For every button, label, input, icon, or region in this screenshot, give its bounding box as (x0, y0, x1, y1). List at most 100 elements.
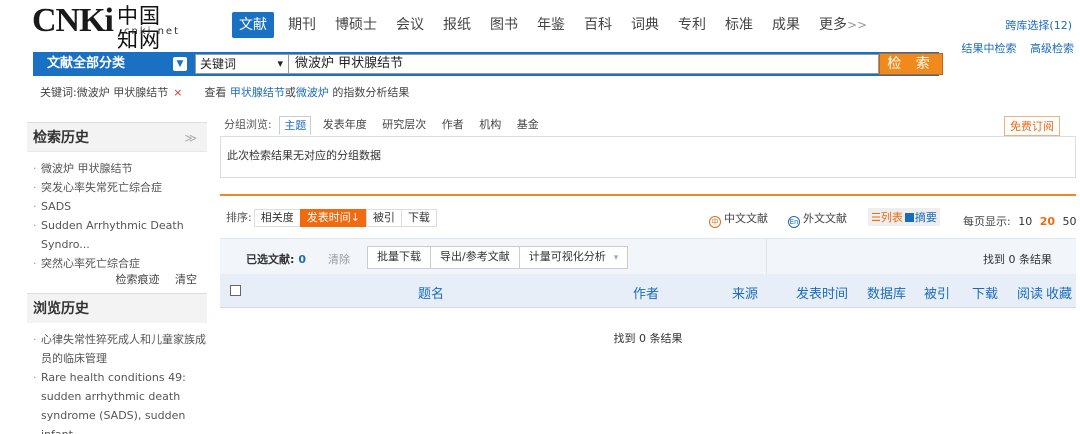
result-count: 找到 0 条结果 (983, 253, 1052, 266)
free-subscribe-button[interactable]: 免费订阅 (1004, 116, 1060, 136)
browse-history-header: 浏览历史 (27, 293, 207, 323)
search-history-title: 检索历史 (33, 130, 89, 146)
abstract-view-label: 摘要 (914, 211, 937, 224)
per-page-10[interactable]: 10 (1018, 215, 1032, 228)
index-suffix: 的指数分析结果 (328, 86, 410, 99)
sort-relevance[interactable]: 相关度 (253, 209, 301, 227)
clear-selection-button[interactable]: 清除 (328, 251, 350, 267)
list-icon: ☰ (871, 211, 881, 224)
col-downloads[interactable]: 下载 (972, 283, 998, 302)
chevron-right-icon: >> (847, 18, 868, 32)
tab-fund[interactable]: 基金 (517, 118, 539, 131)
index-link-term1[interactable]: 甲状腺结节 (230, 86, 285, 99)
col-database[interactable]: 数据库 (867, 283, 906, 302)
history-item[interactable]: SADS (33, 197, 207, 216)
per-page-50[interactable]: 50 (1063, 215, 1077, 228)
per-page-label: 每页显示: (963, 215, 1011, 228)
nav-item-yearbooks[interactable]: 年鉴 (537, 12, 565, 38)
batch-download-button[interactable]: 批量下载 (367, 246, 431, 269)
tab-research-level[interactable]: 研究层次 (382, 118, 426, 131)
collapse-icon[interactable]: ≫ (184, 123, 197, 153)
history-item[interactable]: 突然心率死亡综合症 (33, 254, 207, 273)
clear-history-link[interactable]: 清空 (175, 273, 197, 286)
nav-item-encyclopedia[interactable]: 百科 (584, 12, 612, 38)
select-all-checkbox[interactable] (230, 285, 241, 296)
nav-item-literature[interactable]: 文献 (232, 12, 274, 38)
search-button[interactable]: 检 索 (879, 53, 943, 75)
tab-topic[interactable]: 主题 (279, 116, 312, 135)
nav-item-journals[interactable]: 期刊 (288, 12, 316, 38)
abstract-icon (904, 213, 914, 222)
history-trace-link[interactable]: 检索痕迹 (116, 273, 160, 286)
browse-item[interactable]: 员的临床管理 (33, 349, 207, 368)
main-nav: 文献 期刊 博硕士 会议 报纸 图书 年鉴 百科 词典 专利 标准 成果 更多>… (232, 12, 886, 38)
history-item[interactable]: 突发心率失常死亡综合症 (33, 178, 207, 197)
col-source[interactable]: 来源 (732, 283, 758, 302)
divider (766, 239, 767, 275)
browse-item[interactable]: syndrome (SADS), sudden infant (33, 406, 207, 434)
foreign-literature-filter[interactable]: En 外文文献 (788, 210, 847, 228)
history-item[interactable]: Sudden Arrhythmic Death (33, 216, 207, 235)
cross-db-select-link[interactable]: 跨库选择(12) (1005, 17, 1072, 33)
category-label: 文献全部分类 (47, 56, 126, 71)
search-within-results-link[interactable]: 结果中检索 (962, 42, 1017, 55)
tab-author[interactable]: 作者 (442, 118, 464, 131)
search-field-select[interactable]: 关键词 ▾ (195, 54, 289, 74)
group-empty-message: 此次检索结果无对应的分组数据 (227, 149, 381, 162)
list-view-button[interactable]: ☰列表 (871, 211, 903, 224)
per-page-selector: 每页显示: 10 20 50 (963, 213, 1077, 229)
nav-item-books[interactable]: 图书 (490, 12, 518, 38)
or-text: 或 (284, 86, 296, 99)
col-title[interactable]: 题名 (418, 283, 444, 302)
history-item[interactable]: Syndro... (33, 235, 207, 254)
nav-item-achievements[interactable]: 成果 (772, 12, 800, 38)
col-cited[interactable]: 被引 (924, 283, 950, 302)
search-input[interactable]: 微波炉 甲状腺结节 (289, 54, 879, 74)
export-references-button[interactable]: 导出/参考文献 (430, 246, 520, 269)
nav-item-patents[interactable]: 专利 (678, 12, 706, 38)
remove-filter-icon[interactable]: × (173, 86, 182, 99)
nav-item-more[interactable]: 更多>> (819, 12, 867, 38)
col-read[interactable]: 阅读 (1017, 283, 1043, 302)
visualize-analysis-button[interactable]: 计量可视化分析 ▾ (518, 246, 629, 269)
cnki-logo[interactable]: CNKi 中国知网 cnki.net (32, 4, 182, 53)
selected-label: 已选文献: (246, 253, 295, 266)
english-icon: En (788, 216, 800, 228)
nav-more-label: 更多 (819, 17, 847, 33)
sort-publish-date[interactable]: 发表时间↓ (299, 209, 367, 227)
sort-toolbar: 排序: 相关度 发表时间↓ 被引 下载 中中文文献 En 外文文献 ☰列表 摘要 每… (220, 194, 1077, 238)
browse-history-list: 心律失常性猝死成人和儿童家族成 员的临床管理 Rare health condi… (27, 323, 207, 434)
tab-institution[interactable]: 机构 (479, 118, 501, 131)
nav-item-newspapers[interactable]: 报纸 (443, 12, 471, 38)
results-table-header: 题名 作者 来源 发表时间 数据库 被引 下载 阅读 收藏 (220, 274, 1076, 308)
browse-item[interactable]: 心律失常性猝死成人和儿童家族成 (33, 330, 207, 349)
index-link-term2[interactable]: 微波炉 (296, 86, 329, 99)
group-browse-tabs: 分组浏览: 主题 发表年度 研究层次 作者 机构 基金 免费订阅 (220, 116, 1076, 136)
search-options: 结果中检索 高级检索 (952, 40, 1075, 56)
search-history-list: 微波炉 甲状腺结节 突发心率失常死亡综合症 SADS Sudden Arrhyt… (27, 152, 207, 273)
search-history-header: 检索历史 ≫ (27, 122, 207, 152)
results-area: 分组浏览: 主题 发表年度 研究层次 作者 机构 基金 免费订阅 此次检索结果无… (220, 116, 1077, 345)
browse-item[interactable]: sudden arrhythmic death (33, 387, 207, 406)
nav-item-theses[interactable]: 博硕士 (335, 12, 377, 38)
col-author[interactable]: 作者 (633, 283, 659, 302)
nav-item-conferences[interactable]: 会议 (396, 12, 424, 38)
category-dropdown[interactable]: 文献全部分类 ▼ (33, 52, 193, 76)
browse-item[interactable]: Rare health conditions 49: (33, 368, 207, 387)
nav-item-standards[interactable]: 标准 (725, 12, 753, 38)
group-browse-label: 分组浏览: (224, 118, 272, 131)
col-publish-date[interactable]: 发表时间 (796, 283, 848, 302)
history-item[interactable]: 微波炉 甲状腺结节 (33, 159, 207, 178)
sort-cited[interactable]: 被引 (365, 209, 402, 227)
chinese-literature-filter[interactable]: 中中文文献 (709, 210, 768, 228)
advanced-search-link[interactable]: 高级检索 (1030, 42, 1074, 55)
sort-downloads[interactable]: 下载 (400, 209, 437, 227)
col-favorite[interactable]: 收藏 (1046, 283, 1072, 302)
per-page-20[interactable]: 20 (1040, 215, 1055, 228)
selected-number: 0 (298, 253, 307, 266)
selection-toolbar: 已选文献: 0 清除 批量下载 导出/参考文献 计量可视化分析 ▾ 找到 0 条结果 (220, 238, 1076, 275)
abstract-view-button[interactable]: 摘要 (904, 211, 937, 224)
chinese-literature-label: 中文文献 (724, 212, 768, 225)
tab-year[interactable]: 发表年度 (323, 118, 367, 131)
nav-item-dictionary[interactable]: 词典 (631, 12, 659, 38)
